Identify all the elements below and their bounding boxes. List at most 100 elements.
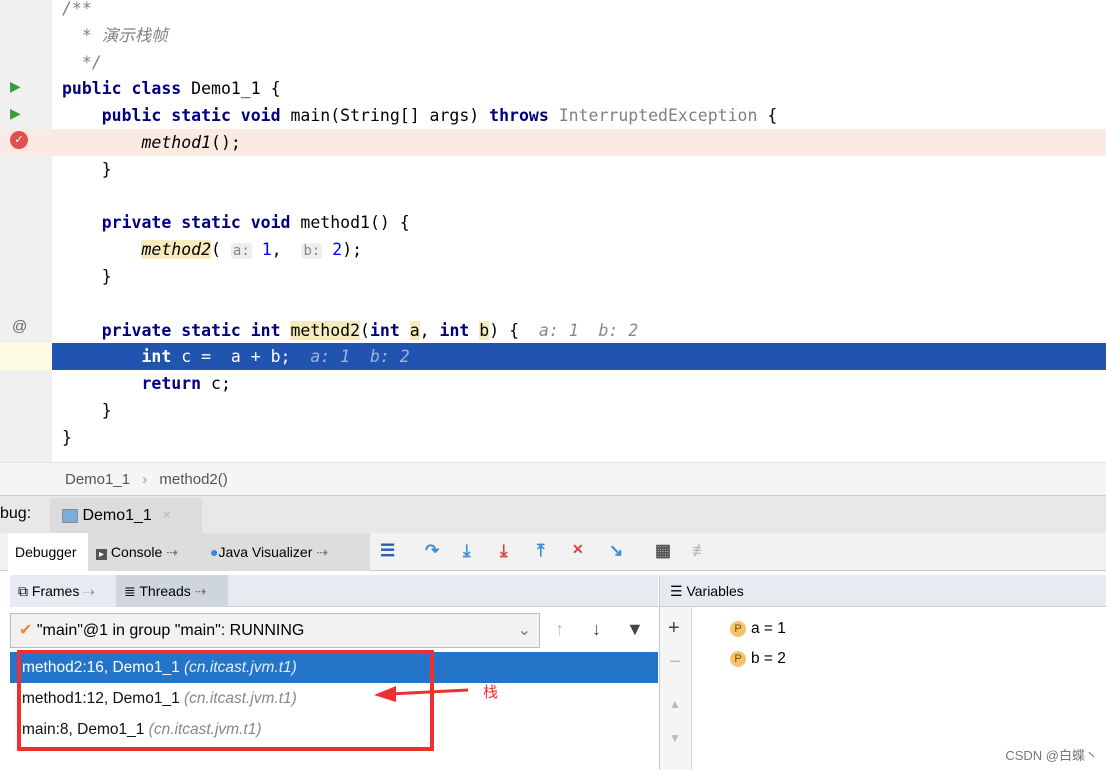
- code-token: }: [62, 401, 112, 420]
- variables-title: Variables: [686, 583, 744, 599]
- override-icon[interactable]: @: [12, 318, 27, 335]
- code-token: */: [62, 52, 102, 72]
- code-token: * 演示栈帧: [62, 25, 168, 45]
- step-into-icon[interactable]: ⤓: [463, 541, 471, 561]
- code-token: ,: [419, 320, 440, 340]
- run-icon[interactable]: ▶: [10, 105, 21, 122]
- code-editor[interactable]: /** * 演示栈帧 */ public class Demo1_1 { publ…: [0, 0, 1106, 462]
- code-line[interactable]: }: [0, 424, 1106, 451]
- code-line[interactable]: }: [0, 156, 1106, 183]
- tab-frames[interactable]: ⧉ Frames ⇢: [10, 575, 115, 607]
- minus-icon[interactable]: −: [669, 651, 681, 674]
- trace-icon[interactable]: ≢: [692, 541, 709, 561]
- code-line[interactable]: }: [0, 263, 1106, 290]
- code-line[interactable]: private static void method1() {: [0, 209, 1106, 236]
- pin-icon: ⇢: [316, 544, 328, 560]
- arrow-down-icon[interactable]: ↓: [592, 619, 601, 640]
- code-token: InterruptedException: [558, 106, 758, 126]
- code-token: }: [62, 427, 72, 447]
- code-token: c = a + b;: [181, 347, 311, 367]
- variable-a[interactable]: Pa = 1: [730, 617, 786, 641]
- code-token: a: 1 b: 2: [538, 320, 639, 340]
- code-token: public static void: [62, 106, 291, 126]
- tab-label: Frames: [31, 583, 80, 599]
- tab-label: Console: [110, 544, 163, 560]
- variables-icon: ☰: [670, 583, 683, 599]
- code-token: int: [369, 320, 410, 340]
- code-token: a: 1 b: 2: [310, 347, 410, 367]
- thread-select[interactable]: ✔ "main"@1 in group "main": RUNNING ⌄: [10, 613, 540, 648]
- code-line[interactable]: */: [0, 49, 1106, 76]
- pin-icon: ⇢: [166, 544, 178, 560]
- step-out-icon[interactable]: ⤒: [537, 541, 545, 561]
- code-line[interactable]: [0, 290, 1106, 317]
- thread-select-value: "main"@1 in group "main": RUNNING: [36, 622, 305, 639]
- frames-header: ⧉ Frames ⇢ ≣ Threads ⇢: [10, 575, 658, 607]
- code-token: );: [342, 240, 363, 260]
- code-line[interactable]: public class Demo1_1 {: [0, 75, 1106, 102]
- tab-java-visualizer[interactable]: ●Java Visualizer ⇢: [204, 533, 370, 571]
- watermark: CSDN @白蝶丶: [1005, 748, 1098, 763]
- code-line[interactable]: int c = a + b; a: 1 b: 2: [0, 343, 1106, 371]
- code-token: ) {: [489, 320, 539, 340]
- code-text: method2( a: 1, b: 2);: [62, 236, 362, 265]
- variable-value: b = 2: [751, 650, 786, 667]
- breadcrumb-class[interactable]: Demo1_1: [65, 471, 130, 488]
- code-line[interactable]: private static int method2(int a, int b)…: [0, 317, 1106, 344]
- tab-console[interactable]: ▸ Console ⇢: [88, 533, 204, 571]
- code-token: int: [62, 347, 182, 367]
- tab-threads[interactable]: ≣ Threads ⇢: [116, 575, 228, 607]
- tab-debugger[interactable]: Debugger: [8, 533, 88, 571]
- code-text: }: [62, 156, 112, 183]
- code-line[interactable]: return c;: [0, 370, 1106, 397]
- code-line[interactable]: /**: [0, 0, 1106, 22]
- frames-icon: ⧉: [18, 583, 28, 599]
- plus-icon[interactable]: +: [668, 617, 680, 640]
- code-token: }: [62, 159, 112, 179]
- code-token: ();: [211, 133, 241, 152]
- code-token: int: [439, 320, 480, 340]
- chevron-down-icon: ⌄: [517, 622, 531, 639]
- drop-frame-icon[interactable]: ✕: [572, 541, 584, 558]
- gutter-highlight: [0, 343, 52, 371]
- tab-label: Threads: [139, 583, 191, 599]
- breadcrumb-method[interactable]: method2(): [159, 471, 227, 488]
- run-icon[interactable]: ▶: [10, 78, 21, 95]
- check-icon: ✔: [19, 622, 33, 639]
- arrow-up-icon[interactable]: ↑: [555, 619, 564, 640]
- run-to-cursor-icon[interactable]: ↘: [609, 541, 623, 561]
- code-token: method1() {: [300, 213, 410, 233]
- debug-label: bug:: [0, 505, 32, 522]
- code-token: 2: [322, 240, 343, 260]
- variable-value: a = 1: [751, 620, 786, 637]
- session-tab[interactable]: Demo1_1 ×: [50, 498, 202, 534]
- close-icon[interactable]: ×: [162, 507, 171, 524]
- code-text: }: [62, 424, 72, 451]
- annotation-arrow: [374, 686, 469, 702]
- breakpoint-icon[interactable]: ✓: [10, 131, 28, 149]
- evaluate-expression-icon[interactable]: ▦: [655, 541, 671, 561]
- code-token: private static int: [62, 320, 291, 340]
- code-line[interactable]: }: [0, 397, 1106, 424]
- code-line[interactable]: public static void main(String[] args) t…: [0, 102, 1106, 129]
- up-icon[interactable]: ▲: [669, 697, 681, 711]
- code-token: a:: [230, 243, 252, 260]
- code-line[interactable]: method1();: [0, 129, 1106, 156]
- step-over-icon[interactable]: ↷: [425, 541, 439, 561]
- code-token: /**: [62, 0, 92, 18]
- filter-icon[interactable]: ▼: [626, 619, 644, 640]
- force-step-into-icon[interactable]: ⤓: [500, 541, 508, 561]
- code-text: private static int method2(int a, int b)…: [62, 317, 638, 344]
- down-icon[interactable]: ▼: [669, 731, 681, 745]
- show-execution-point-icon[interactable]: ☰: [380, 541, 395, 561]
- code-line[interactable]: [0, 183, 1106, 210]
- code-token: b:: [301, 243, 323, 260]
- code-text: }: [62, 263, 112, 290]
- code-line[interactable]: method2( a: 1, b: 2);: [0, 236, 1106, 263]
- debug-tool-window-header: bug: Demo1_1 ×: [0, 495, 1106, 534]
- variable-b[interactable]: Pb = 2: [730, 647, 786, 671]
- code-token: a: [409, 320, 420, 340]
- code-line[interactable]: * 演示栈帧: [0, 22, 1106, 49]
